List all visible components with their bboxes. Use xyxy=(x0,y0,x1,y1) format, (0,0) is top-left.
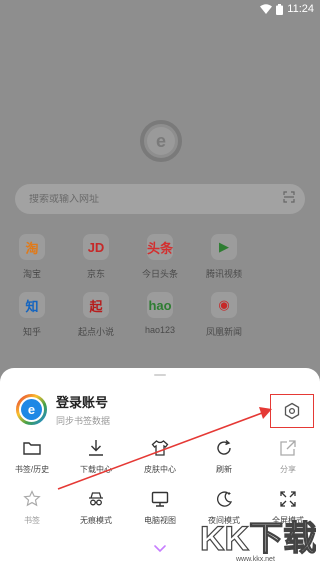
search-bar[interactable] xyxy=(15,184,305,214)
quick-link[interactable]: ◉ 凤凰新闻 xyxy=(192,292,256,338)
wifi-icon xyxy=(260,4,273,14)
search-input[interactable] xyxy=(29,193,283,205)
sheet-handle[interactable] xyxy=(154,374,166,376)
site-icon: ◉ xyxy=(211,292,237,318)
site-icon: 知 xyxy=(19,292,45,318)
status-bar: 11:24 xyxy=(0,0,320,18)
tshirt-icon xyxy=(150,438,170,458)
menu-item-label: 书签/历史 xyxy=(14,465,50,474)
star-add-icon xyxy=(22,489,42,509)
folder-icon xyxy=(22,438,42,458)
menu-item[interactable]: 分享 xyxy=(256,438,320,475)
svg-text:KK下载: KK下载 xyxy=(200,520,316,558)
settings-button[interactable] xyxy=(270,394,314,428)
site-icon: ▶ xyxy=(211,234,237,260)
avatar-logo-icon: e xyxy=(16,394,47,425)
quick-link[interactable]: hao hao123 xyxy=(128,292,192,338)
menu-item-label: 下载中心 xyxy=(80,465,112,474)
clock: 11:24 xyxy=(287,3,314,15)
browser-logo-icon: e xyxy=(140,120,182,162)
site-label: hao123 xyxy=(144,325,176,335)
download-icon xyxy=(86,438,106,458)
menu-item[interactable]: 下载中心 xyxy=(64,438,128,475)
monitor-icon xyxy=(150,489,170,509)
menu-item-label: 皮肤中心 xyxy=(144,465,176,474)
quick-link[interactable]: 淘淘宝 xyxy=(0,234,64,280)
menu-item-label: 书签 xyxy=(24,516,40,525)
menu-item[interactable]: 刷新 xyxy=(192,438,256,475)
menu-item[interactable]: 电脑视图 xyxy=(128,489,192,526)
account-title: 登录账号 xyxy=(56,395,109,410)
menu-item[interactable]: 无痕模式 xyxy=(64,489,128,526)
browser-home: e 淘淘宝JD京东头条今日头条▶腾讯视频知知乎起起点小说haohao123◉凤凰… xyxy=(0,18,320,368)
svg-text:e: e xyxy=(156,131,166,151)
site-icon: 头条 xyxy=(147,234,173,260)
menu-item-label: 分享 xyxy=(280,465,296,474)
site-label: 淘宝 xyxy=(22,269,41,279)
quick-link xyxy=(256,292,320,338)
moon-icon xyxy=(214,489,234,509)
chevron-down-icon[interactable] xyxy=(152,544,168,554)
watermark-logo: KK下载 xyxy=(199,519,316,558)
quick-link[interactable]: 起起点小说 xyxy=(64,292,128,338)
quick-link[interactable]: JD 京东 xyxy=(64,234,128,280)
account-login[interactable]: e 登录账号 同步书签数据 xyxy=(16,392,110,427)
site-label: 京东 xyxy=(86,269,105,279)
quick-link[interactable]: 知知乎 xyxy=(0,292,64,338)
menu-item[interactable]: 书签 xyxy=(0,489,64,526)
incognito-icon xyxy=(86,489,106,509)
quick-link[interactable]: ▶ 腾讯视频 xyxy=(192,234,256,280)
svg-text:e: e xyxy=(28,402,35,417)
account-subtitle: 同步书签数据 xyxy=(56,416,111,426)
menu-item-label: 无痕模式 xyxy=(80,516,112,525)
quick-links: 淘淘宝 JD 京东 头条 今日头条 ▶ 腾讯视频知知乎起起点小说 hao hao123 ◉ 凤凰新闻 xyxy=(0,234,320,338)
site-label: 今日头条 xyxy=(141,269,178,279)
site-icon: hao xyxy=(147,292,173,318)
refresh-icon xyxy=(214,438,234,458)
quick-link[interactable]: 头条 今日头条 xyxy=(128,234,192,280)
site-label: 知乎 xyxy=(22,327,41,337)
watermark-url: www.kkx.net xyxy=(236,556,275,563)
site-label: 起点小说 xyxy=(77,327,114,337)
share-icon xyxy=(278,438,298,458)
menu-item[interactable]: 皮肤中心 xyxy=(128,438,192,475)
quick-link xyxy=(256,234,320,280)
site-icon: JD xyxy=(83,234,109,260)
fullscreen-icon xyxy=(278,489,298,509)
site-icon: 淘 xyxy=(19,234,45,260)
settings-hex-icon xyxy=(284,402,300,420)
menu-item-label: 电脑视图 xyxy=(144,516,176,525)
menu-item-label: 刷新 xyxy=(216,465,232,474)
site-icon: 起 xyxy=(83,292,109,318)
site-label: 凤凰新闻 xyxy=(205,327,242,337)
battery-icon xyxy=(276,3,284,15)
site-label: 腾讯视频 xyxy=(205,269,242,279)
menu-item[interactable]: 书签/历史 xyxy=(0,438,64,475)
scan-icon[interactable] xyxy=(283,190,295,208)
